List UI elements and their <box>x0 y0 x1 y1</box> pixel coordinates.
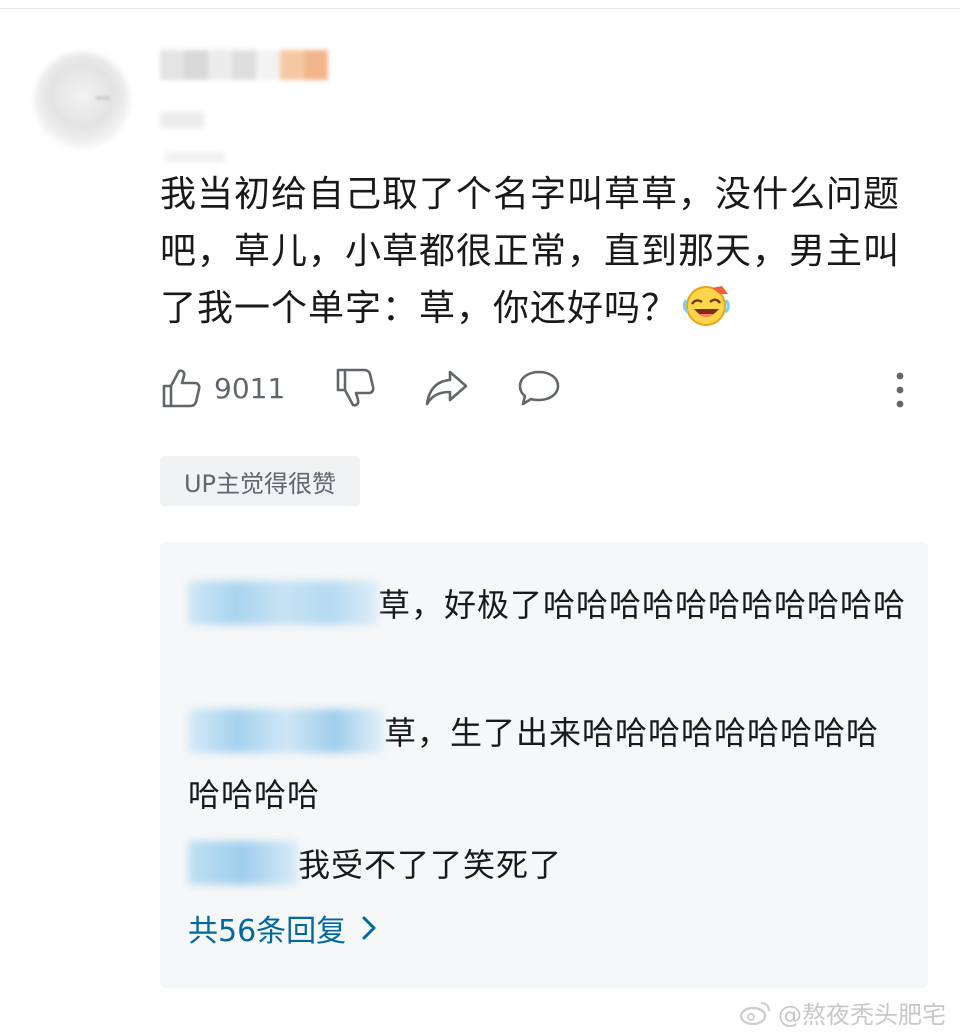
reply-username-blurred[interactable] <box>188 709 384 753</box>
watermark-text: @熬夜秃头肥宅 <box>778 1001 946 1029</box>
share-icon <box>425 370 468 406</box>
user-meta-blurred <box>160 112 204 128</box>
chevron-right-icon <box>362 916 376 940</box>
username-blurred[interactable] <box>160 50 328 80</box>
user-meta-blurred-2 <box>165 152 225 162</box>
comment-actions: 9011 <box>160 366 920 422</box>
reply-section: 草，好极了哈哈哈哈哈哈哈哈哈哈哈 草，生了出来哈哈哈哈哈哈哈哈哈哈哈哈哈 我受不… <box>160 542 928 988</box>
more-button[interactable] <box>890 366 910 414</box>
comment-body: 我当初给自己取了个名字叫草草，没什么问题吧，草儿，小草都很正常，直到那天，男主叫… <box>160 166 930 337</box>
reply-text: 草，好极了哈哈哈哈哈哈哈哈哈哈哈 <box>378 586 907 624</box>
reply-button[interactable] <box>516 366 562 410</box>
comment-text: 我当初给自己取了个名字叫草草，没什么问题吧，草儿，小草都很正常，直到那天，男主叫… <box>160 174 901 329</box>
like-button[interactable]: 9011 <box>160 366 285 410</box>
view-more-replies-link[interactable]: 共56条回复 <box>188 906 378 950</box>
reply-username-blurred[interactable] <box>188 581 378 625</box>
more-icon <box>896 372 904 408</box>
reply-icon <box>518 370 560 406</box>
weibo-watermark: @熬夜秃头肥宅 <box>738 995 946 1030</box>
reply-item[interactable]: 草，生了出来哈哈哈哈哈哈哈哈哈哈哈哈哈 <box>188 702 908 826</box>
like-count: 9011 <box>214 371 286 405</box>
up-liked-badge: UP主觉得很赞 <box>160 456 360 506</box>
avatar[interactable] <box>34 52 130 148</box>
reply-username-blurred[interactable] <box>188 841 298 885</box>
weibo-logo-icon <box>739 1001 771 1025</box>
reply-item[interactable]: 草，好极了哈哈哈哈哈哈哈哈哈哈哈 <box>188 574 908 636</box>
share-button[interactable] <box>424 366 470 410</box>
thumbs-down-icon <box>336 368 375 407</box>
reply-item[interactable]: 我受不了了笑死了 <box>188 834 908 896</box>
more-replies-label: 共56条回复 <box>188 914 347 949</box>
dislike-button[interactable] <box>334 366 376 410</box>
thumbs-up-icon <box>162 369 201 408</box>
laugh-cry-emoji <box>682 282 732 326</box>
top-divider <box>0 8 960 9</box>
reply-text: 我受不了了笑死了 <box>298 846 563 884</box>
avatar-badge <box>96 96 110 100</box>
